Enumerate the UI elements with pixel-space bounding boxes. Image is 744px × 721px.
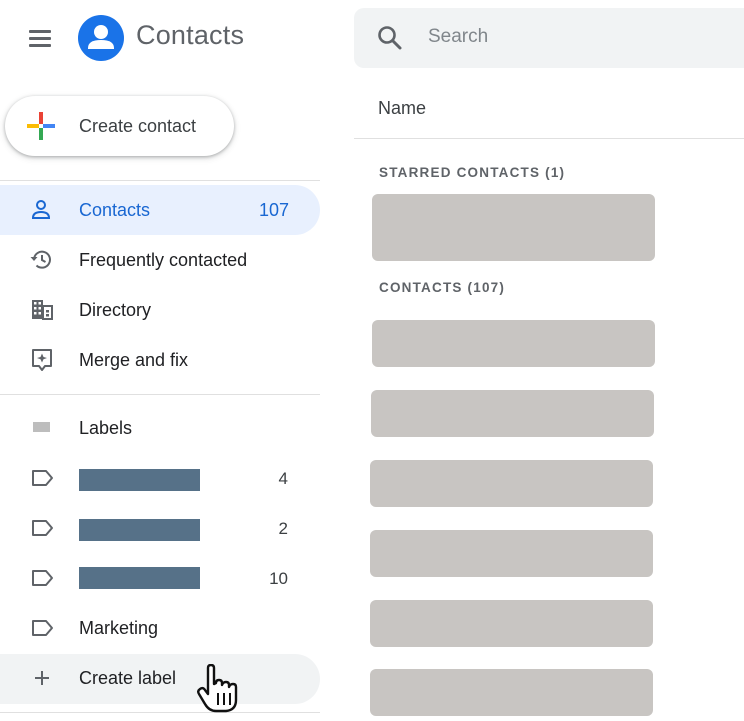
contact-row-placeholder[interactable] [371, 390, 654, 437]
sidebar-divider [0, 394, 320, 395]
redacted-label-name [79, 567, 200, 589]
starred-contacts-heading: STARRED CONTACTS (1) [379, 165, 566, 180]
contact-row-placeholder[interactable] [370, 460, 653, 507]
labels-collapse-icon[interactable] [33, 422, 50, 432]
labels-heading: Labels [79, 418, 133, 438]
main-menu-button[interactable] [26, 26, 54, 50]
contacts-heading: CONTACTS (107) [379, 280, 506, 295]
history-icon [29, 247, 55, 273]
building-icon [29, 297, 55, 323]
contact-row-placeholder[interactable] [372, 320, 655, 367]
merge-fix-icon [29, 347, 55, 373]
sidebar-divider [0, 712, 320, 713]
redacted-label-name [79, 469, 200, 491]
app-title: Contacts [136, 20, 245, 50]
sidebar-item-label: Frequently contacted [79, 250, 248, 270]
create-contact-label: Create contact [79, 116, 197, 136]
search-icon[interactable] [376, 24, 404, 52]
label-count: 4 [278, 469, 288, 488]
label-tag-icon [30, 515, 56, 541]
contacts-count: 107 [259, 200, 290, 220]
plus-icon [29, 666, 55, 692]
contact-row-placeholder[interactable] [370, 530, 653, 577]
sidebar-item-label: Contacts [79, 200, 151, 220]
label-tag-icon [30, 615, 56, 641]
redacted-label-name [79, 519, 200, 541]
sidebar-item-label: Directory [79, 300, 152, 320]
contact-row-placeholder[interactable] [372, 194, 655, 261]
create-label-text: Create label [79, 668, 177, 688]
search-bar[interactable] [354, 8, 744, 68]
multicolor-plus-icon [25, 110, 57, 142]
sidebar-divider [0, 180, 320, 181]
contact-row-placeholder[interactable] [370, 600, 653, 647]
label-tag-icon [30, 565, 56, 591]
label-tag-icon [30, 465, 56, 491]
search-input[interactable]: Search [428, 26, 488, 48]
name-column-header[interactable]: Name [378, 98, 426, 119]
label-name: Marketing [79, 618, 159, 638]
sidebar-item-label: Merge and fix [79, 350, 189, 370]
person-icon [29, 197, 55, 223]
label-count: 10 [269, 569, 288, 588]
hand-pointer-cursor-icon [196, 663, 242, 714]
label-count: 2 [278, 519, 288, 538]
header-divider [354, 138, 744, 139]
contacts-logo-icon [78, 15, 124, 61]
contact-row-placeholder[interactable] [370, 669, 653, 716]
